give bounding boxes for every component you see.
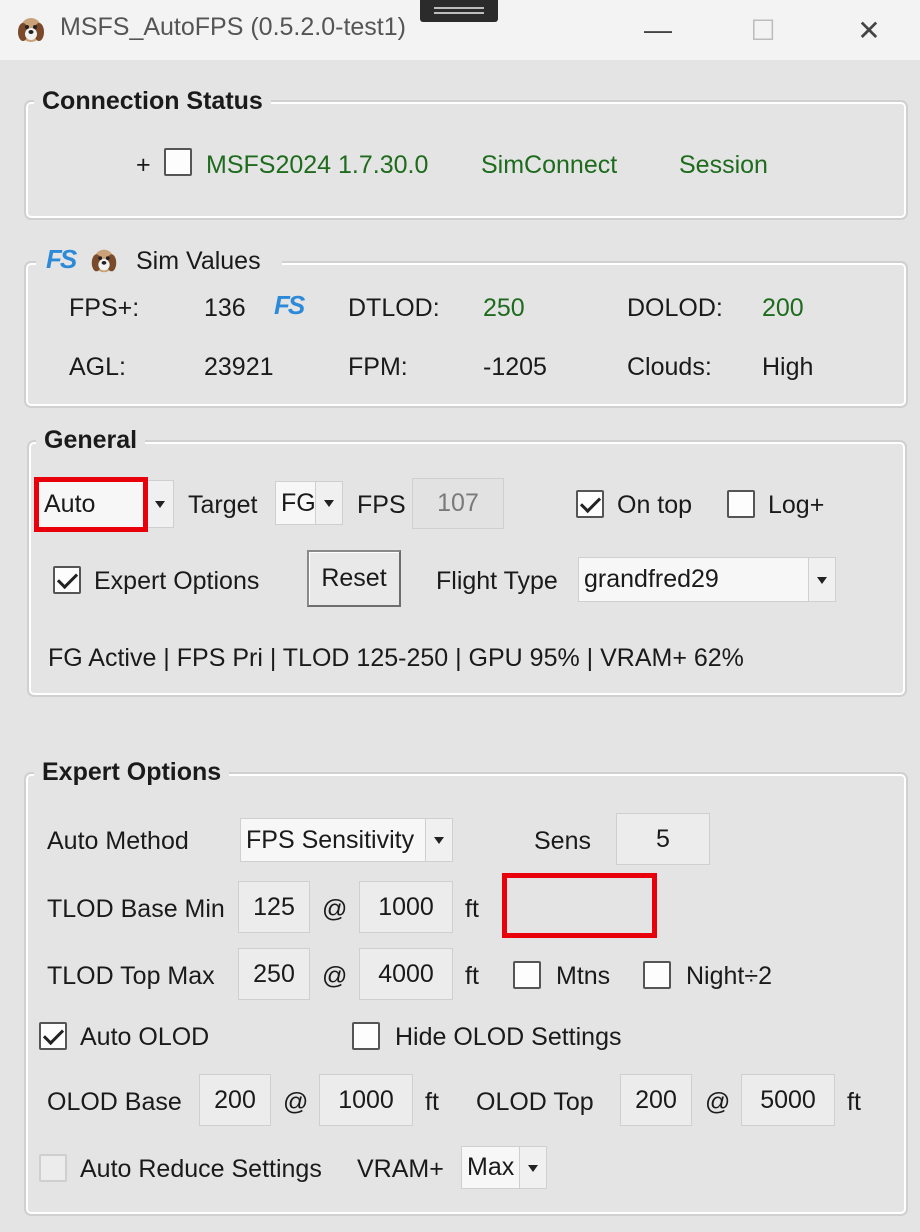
olod-top-alt-input[interactable]: 5000 [741,1074,835,1126]
chevron-down-icon[interactable] [315,482,342,524]
session-label: Session [679,151,768,179]
flight-type-value: grandfred29 [584,565,719,593]
auto-olod-label: Auto OLOD [80,1023,210,1051]
flight-type-label: Flight Type [436,567,558,595]
auto-reduce-checkbox[interactable] [39,1154,67,1182]
status-line: FG Active | FPS Pri | TLOD 125-250 | GPU… [48,644,744,672]
minimize-button[interactable]: — [633,8,683,52]
target-value: FG [281,488,316,517]
window-title: MSFS_AutoFPS (0.5.2.0-test1) [60,13,406,41]
drag-handle[interactable] [420,0,498,22]
agl-value: 23921 [204,353,274,381]
tlod-base-unit: ft [465,895,479,923]
fps-value: 136 [204,294,246,322]
empty-highlight [502,873,657,938]
dolod-value: 200 [762,294,804,322]
chevron-down-icon[interactable] [519,1147,546,1188]
dtlod-label: DTLOD: [348,294,440,322]
dtlod-value: 250 [483,294,525,322]
fpm-label: FPM: [348,353,408,381]
auto-reduce-label: Auto Reduce Settings [80,1155,322,1183]
olod-base-input[interactable]: 200 [199,1074,271,1126]
close-button[interactable]: ✕ [844,8,894,52]
target-label: Target [188,491,258,519]
on-top-label: On top [617,491,693,519]
night-checkbox[interactable] [643,961,671,989]
tlod-base-alt-input[interactable]: 1000 [359,881,453,933]
fs-logo-icon: FS [46,244,77,274]
tlod-top-alt-input[interactable]: 4000 [359,948,453,1000]
auto-method-label: Auto Method [47,827,189,855]
connection-status-title: Connection Status [34,86,271,116]
mode-highlight [34,477,148,532]
olod-base-alt-input[interactable]: 1000 [319,1074,413,1126]
expert-options-checkbox[interactable] [53,566,81,594]
expert-options-title: Expert Options [34,757,230,787]
olod-top-unit: ft [847,1088,861,1116]
vram-label: VRAM+ [357,1155,444,1183]
sim-values-title: Sim Values [136,247,261,275]
title-bar[interactable]: MSFS_AutoFPS (0.5.2.0-test1) — ☐ ✕ [0,0,920,60]
vram-value: Max [467,1153,515,1181]
tlod-base-at: @ [322,895,348,923]
clouds-value: High [762,353,814,381]
agl-label: AGL: [69,353,126,381]
flight-type-combo[interactable]: grandfred29 [578,557,836,602]
dog-icon [91,249,117,273]
connection-status-group [24,100,908,220]
mtns-label: Mtns [556,962,611,990]
fps-target-input[interactable]: 107 [412,478,504,529]
simconnect-label: SimConnect [481,151,618,179]
hide-olod-label: Hide OLOD Settings [395,1023,622,1051]
auto-olod-checkbox[interactable] [39,1022,67,1050]
sim-version-label: MSFS2024 1.7.30.0 [206,151,429,179]
dolod-label: DOLOD: [627,294,723,322]
olod-base-at: @ [283,1088,309,1116]
auto-method-combo[interactable]: FPS Sensitivity [240,818,453,862]
hide-olod-checkbox[interactable] [352,1022,380,1050]
sens-label: Sens [534,827,591,855]
sens-input[interactable]: 5 [616,813,710,865]
clouds-label: Clouds: [627,353,712,381]
tlod-base-label: TLOD Base Min [47,895,225,923]
chevron-down-icon[interactable] [425,819,452,861]
tlod-top-at: @ [322,962,348,990]
fs-logo-icon: FS [274,290,305,320]
olod-top-input[interactable]: 200 [620,1074,692,1126]
tlod-top-label: TLOD Top Max [47,962,215,990]
general-title: General [36,425,146,455]
target-combo[interactable]: FG [275,481,343,525]
maximize-button: ☐ [750,14,776,46]
reset-button[interactable]: Reset [307,550,401,607]
auto-method-value: FPS Sensitivity [246,825,415,854]
tlod-top-unit: ft [465,962,479,990]
tlod-top-input[interactable]: 250 [238,948,310,1000]
chevron-down-icon[interactable] [808,558,835,601]
olod-base-label: OLOD Base [47,1088,182,1116]
olod-top-label: OLOD Top [476,1088,594,1116]
fps-label: FPS+: [69,294,140,322]
fps-target-label: FPS [357,491,406,519]
dog-icon [18,18,44,42]
on-top-checkbox[interactable] [576,490,604,518]
connection-plus: + [136,151,151,179]
night-label: Night÷2 [686,962,772,990]
vram-combo[interactable]: Max [461,1146,547,1189]
mtns-checkbox[interactable] [513,961,541,989]
log-checkbox[interactable] [727,490,755,518]
olod-base-unit: ft [425,1088,439,1116]
tlod-base-input[interactable]: 125 [238,881,310,933]
sim-values-group [24,261,908,408]
log-label: Log+ [768,491,825,519]
expert-options-label: Expert Options [94,567,260,595]
fpm-value: -1205 [483,353,547,381]
chevron-down-icon[interactable] [146,481,173,527]
olod-top-at: @ [705,1088,731,1116]
connection-checkbox[interactable] [164,148,192,176]
